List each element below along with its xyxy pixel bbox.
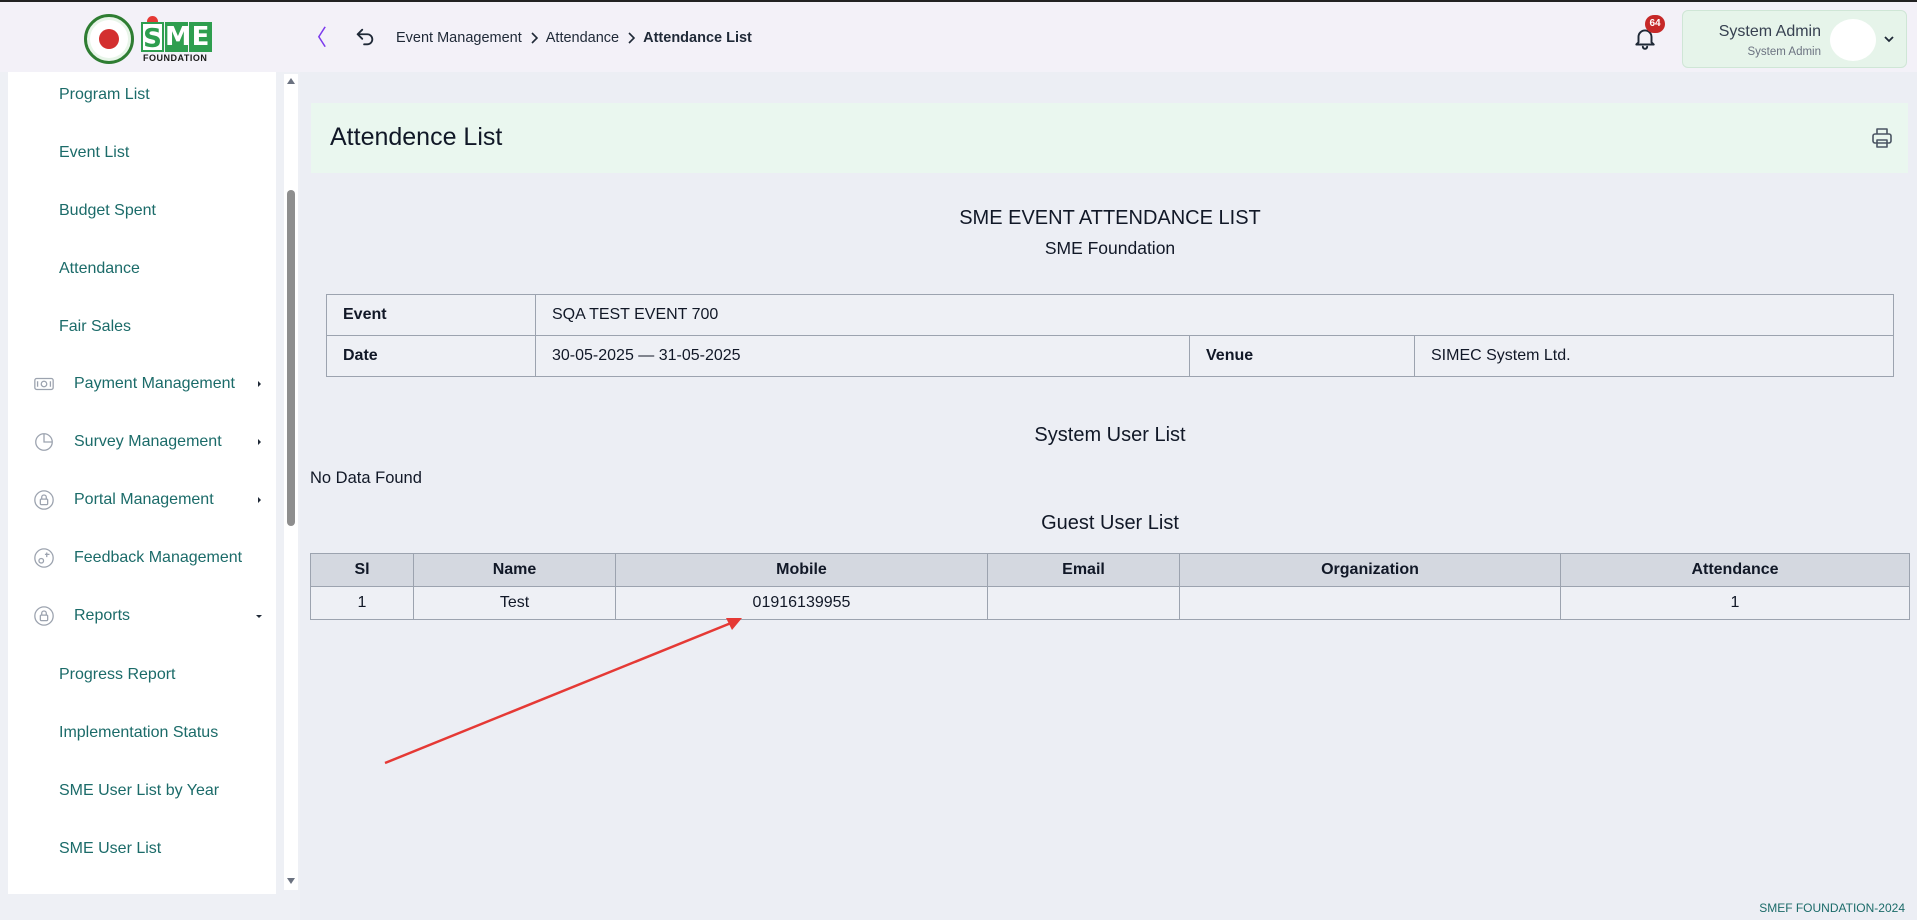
sidebar: Program List Event List Budget Spent Att… [8, 72, 276, 894]
sidebar-item-portal-management[interactable]: Portal Management [33, 485, 261, 515]
cell-email [987, 586, 1180, 620]
sidebar-collapse-icon[interactable]: 〈 [305, 26, 327, 50]
breadcrumb-current: Attendance List [643, 30, 752, 46]
column-header-attendance: Attendance [1560, 553, 1910, 587]
sme-logo-mark: SME [141, 16, 215, 54]
top-header: SME FOUNDATION 〈 Event Management Attend… [0, 0, 1917, 72]
system-user-list-title: System User List [1034, 424, 1186, 446]
sidebar-item-attendance[interactable]: Attendance [59, 260, 140, 278]
breadcrumb-event-management[interactable]: Event Management [396, 30, 522, 46]
event-info-row: Event SQA TEST EVENT 700 [326, 294, 1894, 336]
payment-icon [34, 377, 54, 391]
lock-icon [34, 606, 54, 626]
sidebar-item-label: Reports [74, 607, 131, 624]
sidebar-item-survey-management[interactable]: Survey Management [33, 427, 261, 457]
table-header-row: Sl Name Mobile Email Organization Attend… [310, 553, 1910, 587]
survey-icon [35, 433, 53, 451]
sidebar-item-sme-user-list[interactable]: SME User List [59, 840, 161, 858]
scroll-up-icon[interactable] [287, 78, 295, 84]
scrollbar-thumb[interactable] [287, 190, 295, 526]
table-row: 1 Test 01916139955 1 [310, 586, 1910, 620]
column-header-mobile: Mobile [615, 553, 988, 587]
report-title: SME EVENT ATTENDANCE LIST [959, 207, 1261, 229]
event-value: SQA TEST EVENT 700 [535, 294, 1894, 336]
column-header-sl: Sl [310, 553, 414, 587]
user-name: System Admin [1718, 23, 1821, 40]
sidebar-item-program-list[interactable]: Program List [59, 86, 150, 104]
date-label: Date [326, 335, 536, 377]
cell-sl: 1 [310, 586, 414, 620]
sidebar-item-event-list[interactable]: Event List [59, 144, 129, 162]
cell-name: Test [413, 586, 616, 620]
page-header: Attendence List [311, 103, 1908, 173]
print-icon[interactable] [1870, 126, 1894, 150]
sidebar-item-budget-spent[interactable]: Budget Spent [59, 202, 156, 220]
sidebar-item-sme-user-list-by-year[interactable]: SME User List by Year [59, 782, 219, 800]
cell-mobile: 01916139955 [615, 586, 988, 620]
event-info-table: Event SQA TEST EVENT 700 Date 30-05-2025… [326, 294, 1894, 377]
no-data-message: No Data Found [310, 469, 422, 487]
chevron-right-icon [258, 381, 261, 387]
scroll-down-icon[interactable] [287, 878, 295, 884]
sidebar-item-label: Portal Management [74, 491, 214, 508]
guest-user-list-title: Guest User List [1041, 512, 1179, 534]
date-value: 30-05-2025 — 31-05-2025 [535, 335, 1190, 377]
footer: SMEF FOUNDATION-2024 [300, 894, 1917, 920]
column-header-organization: Organization [1179, 553, 1561, 587]
date-info-row: Date 30-05-2025 — 31-05-2025 Venue SIMEC… [326, 335, 1894, 377]
lock-icon [34, 490, 54, 510]
cell-organization [1179, 586, 1561, 620]
main-content: Attendence List SME EVENT ATTENDANCE LIS… [300, 72, 1917, 894]
event-label: Event [326, 294, 536, 336]
chevron-right-icon [258, 497, 261, 503]
chevron-right-icon [531, 32, 538, 44]
page-title: Attendence List [330, 123, 503, 151]
sidebar-item-fair-sales[interactable]: Fair Sales [59, 318, 131, 336]
footer-copyright: SMEF FOUNDATION-2024 [1759, 901, 1905, 915]
notification-count-badge: 64 [1645, 15, 1665, 33]
avatar [1830, 19, 1876, 61]
report-subtitle: SME Foundation [1044, 238, 1176, 258]
sidebar-scrollbar[interactable] [284, 74, 298, 890]
sme-foundation-logo[interactable]: SME FOUNDATION [84, 12, 216, 64]
chevron-down-icon[interactable] [1883, 33, 1895, 45]
government-emblem-icon [84, 14, 134, 64]
cell-attendance: 1 [1560, 586, 1910, 620]
chevron-right-icon [258, 439, 261, 445]
sidebar-item-label: Feedback Management [74, 549, 243, 566]
column-header-email: Email [987, 553, 1180, 587]
sidebar-item-implementation-status[interactable]: Implementation Status [59, 724, 218, 742]
back-icon[interactable] [354, 26, 376, 48]
sidebar-item-progress-report[interactable]: Progress Report [59, 666, 176, 684]
venue-label: Venue [1189, 335, 1415, 377]
user-role: System Admin [1747, 46, 1822, 58]
breadcrumb: Event Management Attendance Attendance L… [396, 30, 752, 46]
breadcrumb-attendance[interactable]: Attendance [546, 30, 619, 46]
chevron-right-icon [628, 32, 636, 44]
user-menu[interactable]: System Admin System Admin [1682, 10, 1907, 68]
feedback-icon [34, 548, 54, 568]
sidebar-item-label: Payment Management [74, 375, 235, 392]
sidebar-item-label: Survey Management [74, 433, 222, 450]
column-header-name: Name [413, 553, 616, 587]
logo-caption: FOUNDATION [143, 53, 208, 63]
chevron-down-icon [256, 615, 262, 618]
venue-value: SIMEC System Ltd. [1414, 335, 1894, 377]
sidebar-item-reports[interactable]: Reports [33, 601, 262, 631]
guest-user-table: Sl Name Mobile Email Organization Attend… [310, 553, 1910, 620]
sidebar-item-payment-management[interactable]: Payment Management [33, 369, 261, 399]
sidebar-item-feedback-management[interactable]: Feedback Management [33, 543, 242, 573]
